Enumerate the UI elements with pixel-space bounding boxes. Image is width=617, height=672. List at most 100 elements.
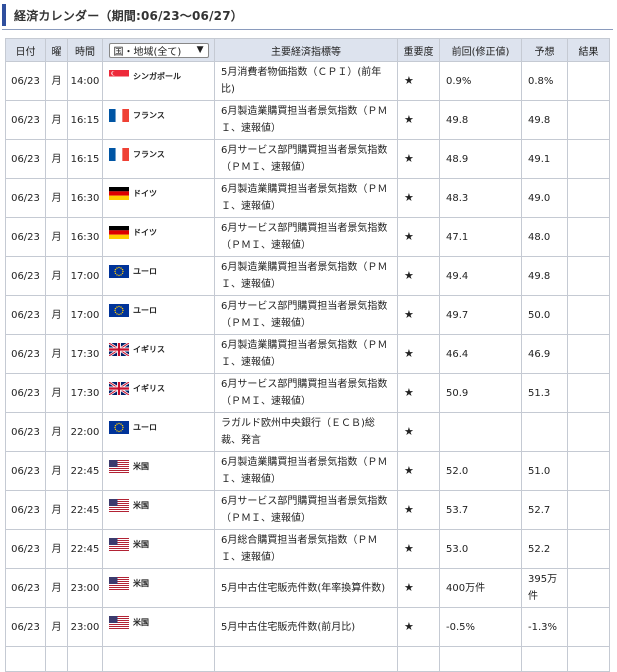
row-indicator: 6月製造業購買担当者景気指数（ＰＭＩ、速報値） <box>214 100 398 140</box>
row-date: 06/23 <box>5 295 46 335</box>
row-day-of-week: 月 <box>45 295 68 335</box>
row-time: 17:00 <box>67 295 103 335</box>
table-row: 06/23 月 17:30 イギリス 6月サービス部門購買担当者景気指数（ＰＭＩ、速報値… <box>5 373 610 413</box>
row-country-name: イギリス <box>133 384 165 393</box>
header-region: 国・地域(全て) ▼ <box>102 38 215 62</box>
row-previous: 53.0 <box>439 529 522 569</box>
row-date: 06/23 <box>5 256 46 296</box>
row-previous: 47.1 <box>439 217 522 257</box>
row-forecast: 48.0 <box>521 217 568 257</box>
row-day-of-week: 月 <box>45 373 68 413</box>
row-indicator: 6月総合購買担当者景気指数（ＰＭＩ、速報値） <box>214 529 398 569</box>
row-importance: ★ <box>397 568 440 608</box>
empty-cell <box>521 646 568 672</box>
row-day-of-week: 月 <box>45 61 68 101</box>
row-forecast: 49.8 <box>521 256 568 296</box>
row-time: 16:15 <box>67 100 103 140</box>
row-day-of-week: 月 <box>45 490 68 530</box>
us-flag-icon <box>109 538 129 551</box>
row-forecast: -1.3% <box>521 607 568 647</box>
row-previous: 50.9 <box>439 373 522 413</box>
row-time: 22:45 <box>67 490 103 530</box>
row-importance: ★ <box>397 451 440 491</box>
table-row: 06/23 月 16:15 フランス 6月サービス部門購買担当者景気指数（ＰＭＩ、速報値… <box>5 139 610 179</box>
row-day-of-week: 月 <box>45 529 68 569</box>
table-row: 06/23 月 22:00 ユーロ ラガルド欧州中央銀行（ＥＣＢ)総裁、発言 ★ <box>5 412 610 452</box>
row-previous: 49.7 <box>439 295 522 335</box>
row-forecast: 46.9 <box>521 334 568 374</box>
star-icon: ★ <box>404 464 414 477</box>
star-icon: ★ <box>404 347 414 360</box>
row-forecast: 51.0 <box>521 451 568 491</box>
row-country-name: 米国 <box>133 501 149 510</box>
row-time: 16:15 <box>67 139 103 179</box>
region-filter-select[interactable]: 国・地域(全て) ▼ <box>108 42 209 58</box>
star-icon: ★ <box>404 113 414 126</box>
star-icon: ★ <box>404 269 414 282</box>
chevron-down-icon: ▼ <box>196 45 204 55</box>
table-row-empty <box>5 646 610 672</box>
row-previous: 48.3 <box>439 178 522 218</box>
empty-cell <box>67 646 103 672</box>
row-previous: 0.9% <box>439 61 522 101</box>
us-flag-icon <box>109 460 129 473</box>
row-forecast: 0.8% <box>521 61 568 101</box>
table-row: 06/23 月 22:45 米国 6月製造業購買担当者景気指数（ＰＭＩ、速報値） ★ 52.… <box>5 451 610 491</box>
row-country-name: 米国 <box>133 579 149 588</box>
row-country: 米国 <box>102 607 215 647</box>
row-result <box>567 490 610 530</box>
table-row: 06/23 月 16:30 ドイツ 6月サービス部門購買担当者景気指数（ＰＭＩ、速報値）… <box>5 217 610 257</box>
row-previous <box>439 412 522 452</box>
economic-calendar-table: 日付 曜 時間 国・地域(全て) ▼ 主要経済指標等 重要度 前回(修正値) 予… <box>5 38 610 672</box>
row-date: 06/23 <box>5 490 46 530</box>
row-result <box>567 100 610 140</box>
empty-cell <box>214 646 398 672</box>
row-indicator: 6月サービス部門購買担当者景気指数（ＰＭＩ、速報値） <box>214 217 398 257</box>
row-day-of-week: 月 <box>45 217 68 257</box>
row-indicator: ラガルド欧州中央銀行（ＥＣＢ)総裁、発言 <box>214 412 398 452</box>
row-country-name: イギリス <box>133 345 165 354</box>
row-time: 17:30 <box>67 334 103 374</box>
row-country-name: フランス <box>133 111 165 120</box>
row-country: ユーロ <box>102 295 215 335</box>
row-country: ドイツ <box>102 178 215 218</box>
row-time: 23:00 <box>67 568 103 608</box>
row-indicator: 6月製造業購買担当者景気指数（ＰＭＩ、速報値） <box>214 334 398 374</box>
row-country-name: 米国 <box>133 540 149 549</box>
header-importance: 重要度 <box>397 38 440 62</box>
table-body: 06/23 月 14:00 シンガポール 5月消費者物価指数（ＣＰＩ）(前年比) ★ 0.9… <box>5 61 610 672</box>
row-country: 米国 <box>102 568 215 608</box>
row-indicator: 6月サービス部門購買担当者景気指数（ＰＭＩ、速報値） <box>214 139 398 179</box>
title-bar: 経済カレンダー（期間:06/23〜06/27） <box>2 0 613 30</box>
uk-flag-icon <box>109 343 129 356</box>
row-forecast <box>521 412 568 452</box>
row-result <box>567 178 610 218</box>
table-row: 06/23 月 16:15 フランス 6月製造業購買担当者景気指数（ＰＭＩ、速報値） ★ 4… <box>5 100 610 140</box>
row-time: 23:00 <box>67 607 103 647</box>
row-date: 06/23 <box>5 100 46 140</box>
row-result <box>567 217 610 257</box>
fr-flag-icon <box>109 148 129 161</box>
row-forecast: 49.0 <box>521 178 568 218</box>
us-flag-icon <box>109 499 129 512</box>
row-result <box>567 373 610 413</box>
row-country-name: ユーロ <box>133 306 157 315</box>
star-icon: ★ <box>404 308 414 321</box>
sg-flag-icon <box>109 70 129 83</box>
row-date: 06/23 <box>5 529 46 569</box>
row-time: 22:45 <box>67 529 103 569</box>
us-flag-icon <box>109 577 129 590</box>
us-flag-icon <box>109 616 129 629</box>
row-date: 06/23 <box>5 451 46 491</box>
row-country: イギリス <box>102 334 215 374</box>
row-country: フランス <box>102 139 215 179</box>
row-day-of-week: 月 <box>45 100 68 140</box>
star-icon: ★ <box>404 503 414 516</box>
star-icon: ★ <box>404 425 414 438</box>
row-result <box>567 295 610 335</box>
row-country-name: 米国 <box>133 618 149 627</box>
row-day-of-week: 月 <box>45 568 68 608</box>
row-time: 22:00 <box>67 412 103 452</box>
row-previous: 52.0 <box>439 451 522 491</box>
table-row: 06/23 月 17:00 ユーロ 6月サービス部門購買担当者景気指数（ＰＭＩ、速報値）… <box>5 295 610 335</box>
